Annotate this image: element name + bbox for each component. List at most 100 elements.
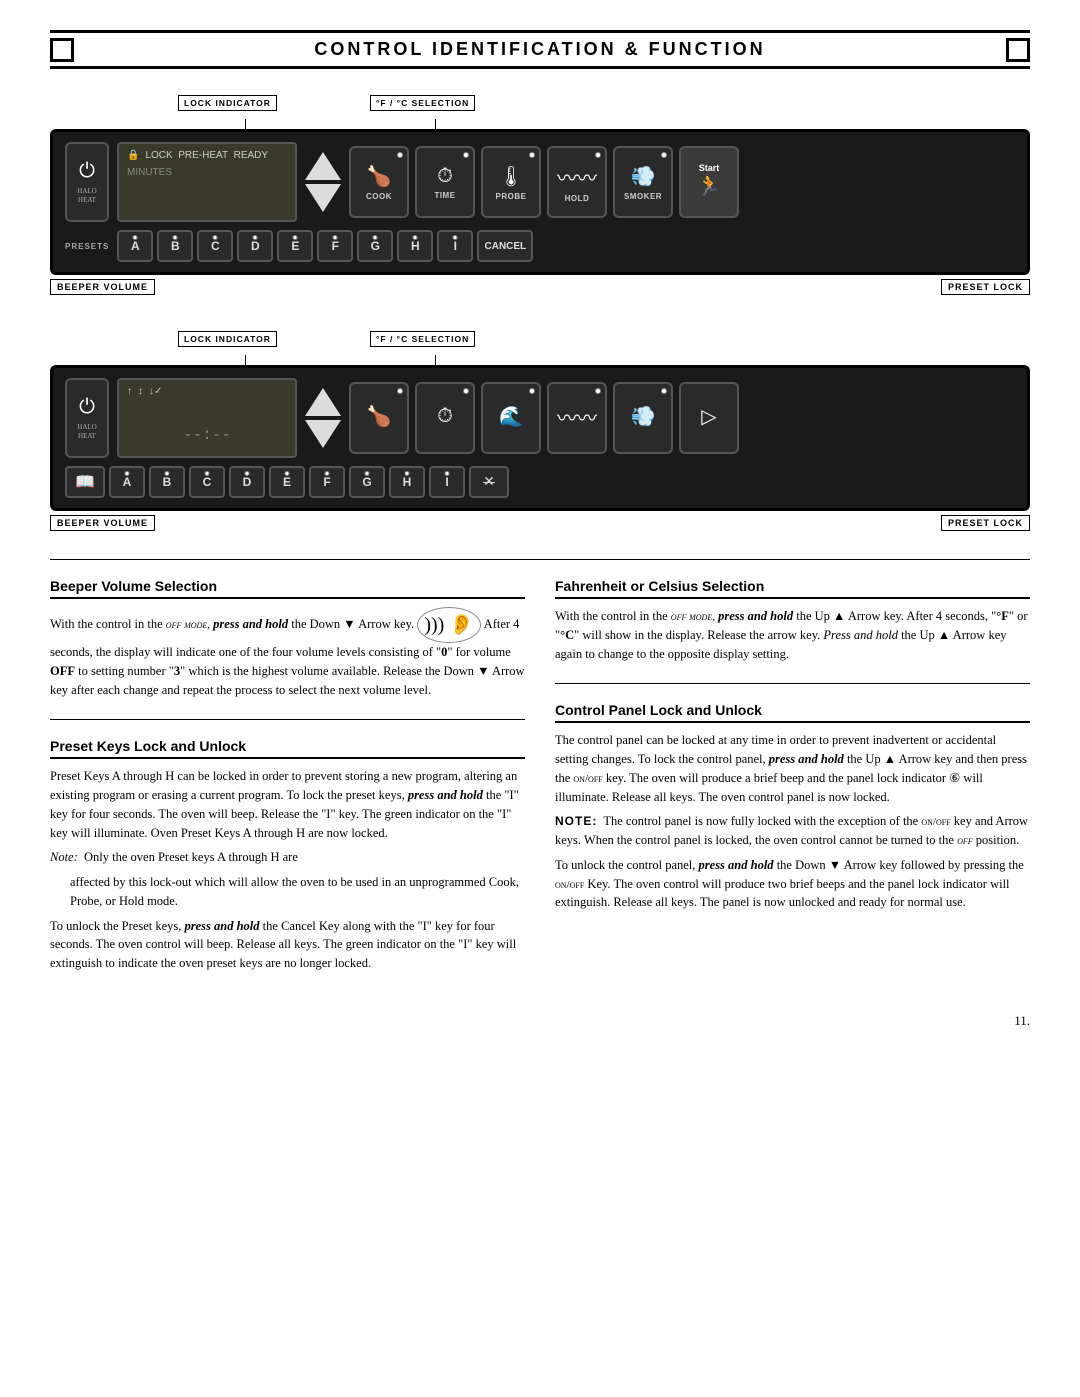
- preheat-indicator: LOCK PRE-HEAT READY: [145, 150, 268, 161]
- preset-c-2[interactable]: C: [189, 466, 225, 498]
- start-button[interactable]: Start 🏃: [679, 146, 739, 218]
- time-icon-2: ⏱: [437, 405, 453, 428]
- beeper-section-title: Beeper Volume Selection: [50, 578, 525, 599]
- probe-button-2[interactable]: 🌊: [481, 382, 541, 454]
- fahrenheit-title: Fahrenheit or Celsius Selection: [555, 578, 1030, 599]
- cook-label: COOK: [366, 192, 392, 201]
- smoker-icon-2: 💨: [631, 404, 656, 429]
- start-label: Start: [699, 163, 720, 173]
- arrow-down-1[interactable]: [305, 184, 341, 212]
- play-button-2[interactable]: ▷: [679, 382, 739, 454]
- diagram-1: LOCK INDICATOR °F / °C SELECTION ⏻ HALOH…: [50, 87, 1030, 295]
- probe-label: PROBE: [496, 192, 527, 201]
- probe-icon: 🌡: [498, 164, 523, 189]
- control-lock-section: Control Panel Lock and Unlock The contro…: [555, 702, 1030, 912]
- time-label: TIME: [434, 191, 455, 200]
- smoker-icon: 💨: [631, 164, 656, 189]
- presets-label-1: PRESETS: [65, 242, 109, 251]
- display-1: 🔒 LOCK PRE-HEAT READY MINUTES: [117, 142, 297, 222]
- hold-button-2[interactable]: 〰〰: [547, 382, 607, 454]
- page-title: CONTROL IDENTIFICATION & FUNCTION: [50, 30, 1030, 69]
- cook-button[interactable]: 🍗 COOK: [349, 146, 409, 218]
- beeper-volume-label-1: BEEPER VOLUME: [50, 279, 155, 295]
- preset-h-2[interactable]: H: [389, 466, 425, 498]
- control-lock-body: The control panel can be locked at any t…: [555, 731, 1030, 912]
- fahrenheit-section: Fahrenheit or Celsius Selection With the…: [555, 578, 1030, 663]
- power-icon-2: ⏻: [79, 396, 95, 419]
- start-icon: 🏃: [697, 173, 722, 198]
- time-display-2: --:--: [127, 420, 287, 450]
- preset-g-1[interactable]: G: [357, 230, 393, 262]
- divider-main: [50, 559, 1030, 560]
- lock-icon-display: 🔒: [127, 150, 139, 161]
- cancel-button-1[interactable]: CANCEL: [477, 230, 533, 262]
- preset-a-1[interactable]: A: [117, 230, 153, 262]
- beeper-section: Beeper Volume Selection With the control…: [50, 578, 525, 699]
- diagram-2: LOCK INDICATOR °F / °C SELECTION ⏻ HALOH…: [50, 323, 1030, 531]
- preset-lock-title: Preset Keys Lock and Unlock: [50, 738, 525, 759]
- lock-indicator-label-1: LOCK INDICATOR: [178, 95, 277, 111]
- book-button-2[interactable]: 📖: [65, 466, 105, 498]
- preset-i-2[interactable]: I: [429, 466, 465, 498]
- time-button-2[interactable]: ⏱: [415, 382, 475, 454]
- smoker-label: SMOKER: [624, 192, 662, 201]
- cancel-button-2[interactable]: ✕: [469, 466, 509, 498]
- preset-h-1[interactable]: H: [397, 230, 433, 262]
- bottom-labels-2: BEEPER VOLUME PRESET LOCK: [50, 515, 1030, 531]
- preset-e-2[interactable]: E: [269, 466, 305, 498]
- preset-row-1: PRESETS A B C D E F G H: [65, 230, 1015, 262]
- time-button[interactable]: ⏱ TIME: [415, 146, 475, 218]
- preset-g-2[interactable]: G: [349, 466, 385, 498]
- indicator-up2-2: ↕: [138, 386, 143, 397]
- fahr-selection-label-2: °F / °C SELECTION: [370, 331, 475, 347]
- arrow-up-1[interactable]: [305, 152, 341, 180]
- preset-lock-label-2: PRESET LOCK: [941, 515, 1030, 531]
- preset-c-1[interactable]: C: [197, 230, 233, 262]
- divider-preset: [50, 719, 525, 720]
- probe-button[interactable]: 🌡 PROBE: [481, 146, 541, 218]
- preset-e-1[interactable]: E: [277, 230, 313, 262]
- display-2: ↑ ↕ ↓✓ --:--: [117, 378, 297, 458]
- content-area: Beeper Volume Selection With the control…: [50, 578, 1030, 993]
- preset-i-1[interactable]: I: [437, 230, 473, 262]
- left-column: Beeper Volume Selection With the control…: [50, 578, 525, 993]
- preset-d-1[interactable]: D: [237, 230, 273, 262]
- halo-heat-label-2: HALOHEAT: [77, 423, 96, 440]
- arrow-down-2[interactable]: [305, 420, 341, 448]
- preset-a-2[interactable]: A: [109, 466, 145, 498]
- cook-icon-2: 🍗: [367, 404, 392, 429]
- preset-d-2[interactable]: D: [229, 466, 265, 498]
- smoker-button[interactable]: 💨 SMOKER: [613, 146, 673, 218]
- fahr-selection-label-1: °F / °C SELECTION: [370, 95, 475, 111]
- function-buttons-1: 🍗 COOK ⏱ TIME 🌡 PROBE 〰〰 HOLD: [349, 146, 1015, 218]
- preset-b-1[interactable]: B: [157, 230, 193, 262]
- cook-button-2[interactable]: 🍗: [349, 382, 409, 454]
- hold-label: HOLD: [565, 194, 590, 203]
- power-icon: ⏻: [79, 160, 95, 183]
- control-panel-2: ⏻ HALOHEAT ↑ ↕ ↓✓ --:--: [50, 365, 1030, 511]
- page-number: 11.: [50, 1013, 1030, 1029]
- beeper-volume-label-2: BEEPER VOLUME: [50, 515, 155, 531]
- arrow-up-2[interactable]: [305, 388, 341, 416]
- power-button-1[interactable]: ⏻ HALOHEAT: [65, 142, 109, 222]
- preset-lock-label-1: PRESET LOCK: [941, 279, 1030, 295]
- arrow-keys-2: [305, 388, 341, 448]
- indicator-check-2: ↓✓: [149, 386, 162, 397]
- hold-button[interactable]: 〰〰 HOLD: [547, 146, 607, 218]
- function-buttons-2: 🍗 ⏱ 🌊 〰〰 💨 ▷: [349, 382, 1015, 454]
- time-icon: ⏱: [437, 165, 453, 188]
- preset-f-1[interactable]: F: [317, 230, 353, 262]
- hold-icon-2: 〰〰: [557, 402, 597, 431]
- divider-control-lock: [555, 683, 1030, 684]
- probe-icon-2: 🌊: [499, 404, 524, 429]
- cook-icon: 🍗: [367, 164, 392, 189]
- beeper-section-body: With the control in the off mode, press …: [50, 607, 525, 699]
- smoker-button-2[interactable]: 💨: [613, 382, 673, 454]
- play-icon-2: ▷: [701, 404, 716, 429]
- control-panel-1: ⏻ HALOHEAT 🔒 LOCK PRE-HEAT READY MINUTES: [50, 129, 1030, 275]
- lock-indicator-label-2: LOCK INDICATOR: [178, 331, 277, 347]
- power-button-2[interactable]: ⏻ HALOHEAT: [65, 378, 109, 458]
- preset-f-2[interactable]: F: [309, 466, 345, 498]
- preset-b-2[interactable]: B: [149, 466, 185, 498]
- indicator-up-2: ↑: [127, 386, 132, 397]
